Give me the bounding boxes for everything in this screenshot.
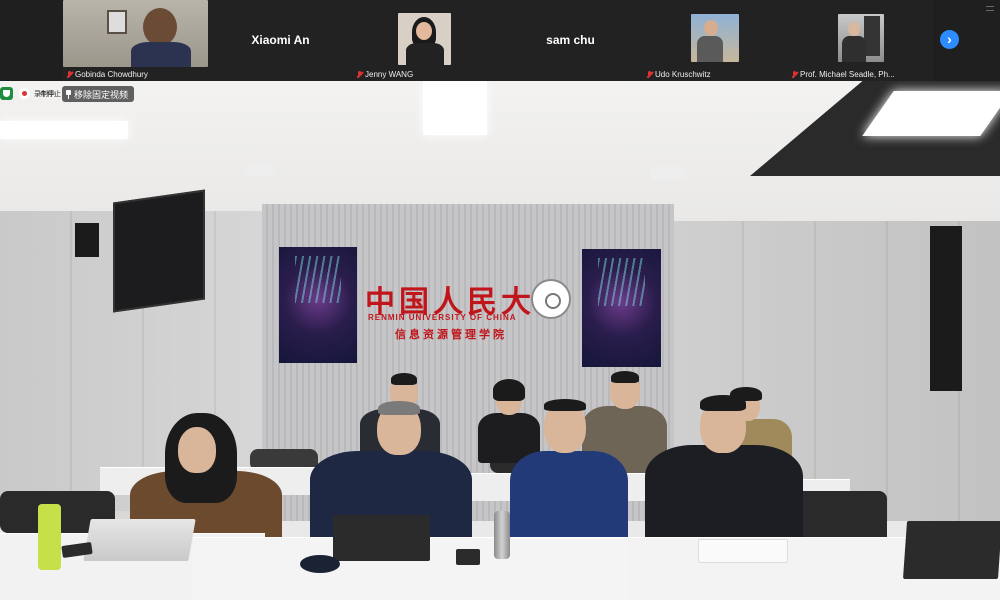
participant-video xyxy=(398,13,451,65)
participant-video xyxy=(63,0,208,67)
unpin-label: 移除固定视频 xyxy=(74,89,129,100)
participant-face xyxy=(848,22,860,36)
participant-tile-jenny[interactable]: Jenny WANG xyxy=(353,0,506,81)
background-object xyxy=(864,16,880,56)
chevron-right-icon[interactable]: › xyxy=(940,30,959,49)
wall-frame xyxy=(107,10,127,34)
muted-mic-icon xyxy=(356,70,363,79)
participant-name: Jenny WANG xyxy=(365,70,414,79)
ceiling-light xyxy=(0,121,128,139)
recording-status: 中停止 xyxy=(40,85,61,102)
participant-tile-xiaomi[interactable]: Xiaomi An xyxy=(208,0,353,81)
participant-name: Gobinda Chowdhury xyxy=(75,70,148,79)
ceiling-spotlight xyxy=(650,166,684,180)
participant-strip: Gobinda Chowdhury Xiaomi An Jenny WANG s… xyxy=(0,0,1000,81)
ceiling-spotlight xyxy=(245,163,275,175)
active-speaker-video: 中国人民大学 RENMIN UNIVERSITY OF CHINA 信息资源管理… xyxy=(0,81,1000,600)
muted-mic-icon xyxy=(66,70,73,79)
wall-tv xyxy=(113,189,205,313)
water-bottle xyxy=(38,504,61,570)
participant-caption: Gobinda Chowdhury xyxy=(66,70,148,79)
participant-face xyxy=(704,20,718,36)
zoom-meeting-window: Gobinda Chowdhury Xiaomi An Jenny WANG s… xyxy=(0,0,1000,600)
recording-status-label: 中停止 xyxy=(40,90,61,98)
shield-icon[interactable] xyxy=(0,87,13,100)
school-name-cn: 信息资源管理学院 xyxy=(395,329,507,341)
wall-speaker xyxy=(930,226,962,391)
participant-name: Xiaomi An xyxy=(251,33,310,47)
participant-name: sam chu xyxy=(546,33,595,47)
participant-caption: Prof. Michael Seadle, Ph... xyxy=(791,70,895,79)
wall-speaker xyxy=(75,223,99,257)
conference-poster xyxy=(582,249,661,367)
meeting-info[interactable] xyxy=(0,85,13,102)
conference-speaker xyxy=(300,555,340,573)
participant-caption: Jenny WANG xyxy=(356,70,413,79)
participant-tile-gobinda[interactable]: Gobinda Chowdhury xyxy=(63,0,216,81)
laptop xyxy=(902,521,1000,579)
menu-bars-icon[interactable] xyxy=(986,6,994,11)
university-name-en: RENMIN UNIVERSITY OF CHINA xyxy=(368,313,517,322)
participant-body xyxy=(406,43,444,65)
ceiling-light xyxy=(423,81,487,135)
participant-face xyxy=(143,8,177,46)
participant-tile-sam[interactable]: sam chu xyxy=(498,0,643,81)
participant-video xyxy=(691,14,739,62)
pin-icon xyxy=(66,89,71,99)
record-icon xyxy=(19,88,30,99)
participant-tile-michael[interactable]: Prof. Michael Seadle, Ph... xyxy=(788,0,933,81)
conference-poster xyxy=(279,247,357,363)
unpin-video-button[interactable]: 移除固定视频 xyxy=(62,86,135,102)
participant-name: Prof. Michael Seadle, Ph... xyxy=(800,70,895,79)
participant-body xyxy=(697,36,723,62)
participant-face xyxy=(416,22,432,40)
participant-body xyxy=(131,42,191,67)
documents xyxy=(698,539,788,563)
participant-body xyxy=(842,36,866,62)
muted-mic-icon xyxy=(791,70,798,79)
university-seal xyxy=(531,279,571,319)
thermos-bottle xyxy=(494,511,510,559)
participant-caption: Udo Kruschwitz xyxy=(646,70,711,79)
participant-name: Udo Kruschwitz xyxy=(655,70,711,79)
laptop xyxy=(333,515,430,561)
participant-video xyxy=(838,14,884,62)
phone xyxy=(456,549,480,565)
participant-tile-udo[interactable]: Udo Kruschwitz xyxy=(643,0,788,81)
muted-mic-icon xyxy=(646,70,653,79)
laptop xyxy=(83,519,196,561)
